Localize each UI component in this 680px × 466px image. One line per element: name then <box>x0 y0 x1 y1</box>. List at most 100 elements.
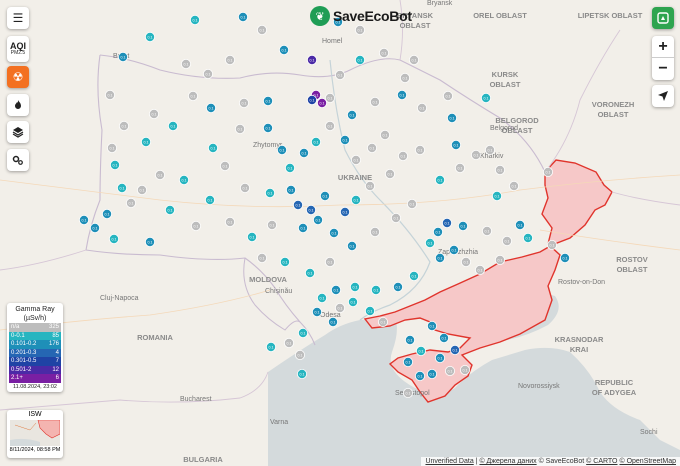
sensor-marker[interactable]: 0.1 <box>292 199 303 210</box>
carto-link[interactable]: © CARTO <box>586 458 617 465</box>
sensor-marker[interactable]: 0.1 <box>306 95 317 106</box>
sensor-marker[interactable]: 0.1 <box>354 24 365 35</box>
sensor-marker[interactable]: 0.1 <box>224 55 235 66</box>
gamma-ray-legend[interactable]: Gamma Ray (µSv/h) n/a 325 0-0.1 85 0.101-0.2… <box>7 303 63 392</box>
sensor-marker[interactable]: 0.1 <box>117 182 128 193</box>
sensor-marker[interactable]: 0.1 <box>480 93 491 104</box>
sensor-marker[interactable]: 0.1 <box>234 124 245 135</box>
sensor-marker[interactable]: 0.1 <box>384 168 395 179</box>
sensor-marker[interactable]: 0.1 <box>397 150 408 161</box>
sensor-marker[interactable]: 0.1 <box>438 332 449 343</box>
sensor-marker[interactable]: 0.1 <box>110 159 121 170</box>
data-sources-link[interactable]: © Джерела даних <box>479 458 536 465</box>
layers-button[interactable] <box>7 121 29 143</box>
sensor-marker[interactable]: 0.1 <box>102 208 113 219</box>
sensor-marker[interactable]: 0.1 <box>369 226 380 237</box>
sensor-marker[interactable]: 0.1 <box>189 14 200 25</box>
sensor-marker[interactable]: 0.1 <box>547 239 558 250</box>
zoom-out-button[interactable]: − <box>652 58 674 80</box>
sensor-marker[interactable]: 0.1 <box>402 356 413 367</box>
sensor-marker[interactable]: 0.1 <box>187 91 198 102</box>
radiation-button[interactable]: ☢ <box>7 66 29 88</box>
sensor-marker[interactable]: 0.1 <box>330 284 341 295</box>
sensor-marker[interactable]: 0.1 <box>459 364 470 375</box>
sensor-marker[interactable]: 0.1 <box>319 190 330 201</box>
sensor-marker[interactable]: 0.1 <box>434 352 445 363</box>
sensor-marker[interactable]: 0.1 <box>441 217 452 228</box>
sensor-marker[interactable]: 0.1 <box>491 190 502 201</box>
sensor-marker[interactable]: 0.1 <box>256 24 267 35</box>
sensor-marker[interactable]: 0.1 <box>90 222 101 233</box>
sensor-marker[interactable]: 0.1 <box>396 90 407 101</box>
sensor-marker[interactable]: 0.1 <box>306 55 317 66</box>
sensor-marker[interactable]: 0.1 <box>224 216 235 227</box>
sensor-marker[interactable]: 0.1 <box>297 222 308 233</box>
sensor-marker[interactable]: 0.1 <box>349 281 360 292</box>
sensor-marker[interactable]: 0.1 <box>523 232 534 243</box>
locate-button[interactable] <box>652 85 674 107</box>
sensor-marker[interactable]: 0.1 <box>415 345 426 356</box>
sensor-marker[interactable]: 0.1 <box>494 164 505 175</box>
sensor-marker[interactable]: 0.1 <box>167 121 178 132</box>
sensor-marker[interactable]: 0.1 <box>324 121 335 132</box>
sensor-marker[interactable]: 0.1 <box>256 252 267 263</box>
sensor-marker[interactable]: 0.1 <box>140 136 151 147</box>
sensor-marker[interactable]: 0.1 <box>334 302 345 313</box>
sensor-marker[interactable]: 0.1 <box>515 219 526 230</box>
sensor-marker[interactable]: 0.1 <box>408 270 419 281</box>
sensor-marker[interactable]: 0.1 <box>311 306 322 317</box>
sensor-marker[interactable]: 0.1 <box>481 225 492 236</box>
sensor-marker[interactable]: 0.1 <box>316 292 327 303</box>
aqi-button[interactable]: AQI PM2.5 <box>7 36 29 62</box>
sensor-marker[interactable]: 0.1 <box>560 252 571 263</box>
legend-row[interactable]: 2.1+ 6 <box>9 374 61 383</box>
legend-row[interactable]: n/a 325 <box>9 323 61 332</box>
brand-logo[interactable]: ❦ SaveEcoBot <box>310 6 412 26</box>
sensor-marker[interactable]: 0.1 <box>470 149 481 160</box>
sensor-marker[interactable]: 0.1 <box>501 235 512 246</box>
sensor-marker[interactable]: 0.1 <box>107 142 118 153</box>
sensor-marker[interactable]: 0.1 <box>426 320 437 331</box>
sensor-marker[interactable]: 0.1 <box>444 365 455 376</box>
sensor-marker[interactable]: 0.1 <box>484 144 495 155</box>
sensor-marker[interactable]: 0.1 <box>298 147 309 158</box>
sensor-marker[interactable]: 0.1 <box>304 267 315 278</box>
sensor-marker[interactable]: 0.1 <box>238 98 249 109</box>
sensor-marker[interactable]: 0.1 <box>264 187 275 198</box>
sensor-marker[interactable]: 0.1 <box>119 121 130 132</box>
sensor-marker[interactable]: 0.1 <box>144 32 155 43</box>
sensor-marker[interactable]: 0.1 <box>262 123 273 134</box>
osm-link[interactable]: © OpenStreetMap <box>619 458 676 465</box>
sensor-marker[interactable]: 0.1 <box>205 103 216 114</box>
sensor-marker[interactable]: 0.1 <box>265 341 276 352</box>
sensor-marker[interactable]: 0.1 <box>178 174 189 185</box>
sensor-marker[interactable]: 0.1 <box>434 252 445 263</box>
menu-button[interactable]: ☰ <box>7 7 29 29</box>
sensor-marker[interactable]: 0.1 <box>494 254 505 265</box>
sensor-marker[interactable]: 0.1 <box>448 244 459 255</box>
sensor-marker[interactable]: 0.1 <box>366 142 377 153</box>
sensor-marker[interactable]: 0.1 <box>379 129 390 140</box>
sensor-marker[interactable]: 0.1 <box>266 219 277 230</box>
sensor-marker[interactable]: 0.1 <box>105 90 116 101</box>
sensor-marker[interactable]: 0.1 <box>279 256 290 267</box>
sensor-marker[interactable]: 0.1 <box>278 45 289 56</box>
sensor-marker[interactable]: 0.1 <box>369 97 380 108</box>
sensor-marker[interactable]: 0.1 <box>416 103 427 114</box>
sensor-marker[interactable]: 0.1 <box>457 220 468 231</box>
sensor-marker[interactable]: 0.1 <box>454 162 465 173</box>
sensor-marker[interactable]: 0.1 <box>378 48 389 59</box>
sensor-marker[interactable]: 0.1 <box>328 227 339 238</box>
sensor-marker[interactable]: 0.1 <box>204 194 215 205</box>
sensor-marker[interactable]: 0.1 <box>354 55 365 66</box>
sensor-marker[interactable]: 0.1 <box>406 198 417 209</box>
sensor-marker[interactable]: 0.1 <box>402 387 413 398</box>
air-quality-app-button[interactable] <box>652 7 674 29</box>
sensor-marker[interactable]: 0.1 <box>316 98 327 109</box>
sensor-marker[interactable]: 0.1 <box>414 370 425 381</box>
sensor-marker[interactable]: 0.1 <box>424 237 435 248</box>
sensor-marker[interactable]: 0.1 <box>432 226 443 237</box>
sensor-marker[interactable]: 0.1 <box>377 316 388 327</box>
sensor-marker[interactable]: 0.1 <box>294 349 305 360</box>
isw-panel[interactable]: ISW 8/11/2024, 08:58 PM <box>7 410 63 458</box>
